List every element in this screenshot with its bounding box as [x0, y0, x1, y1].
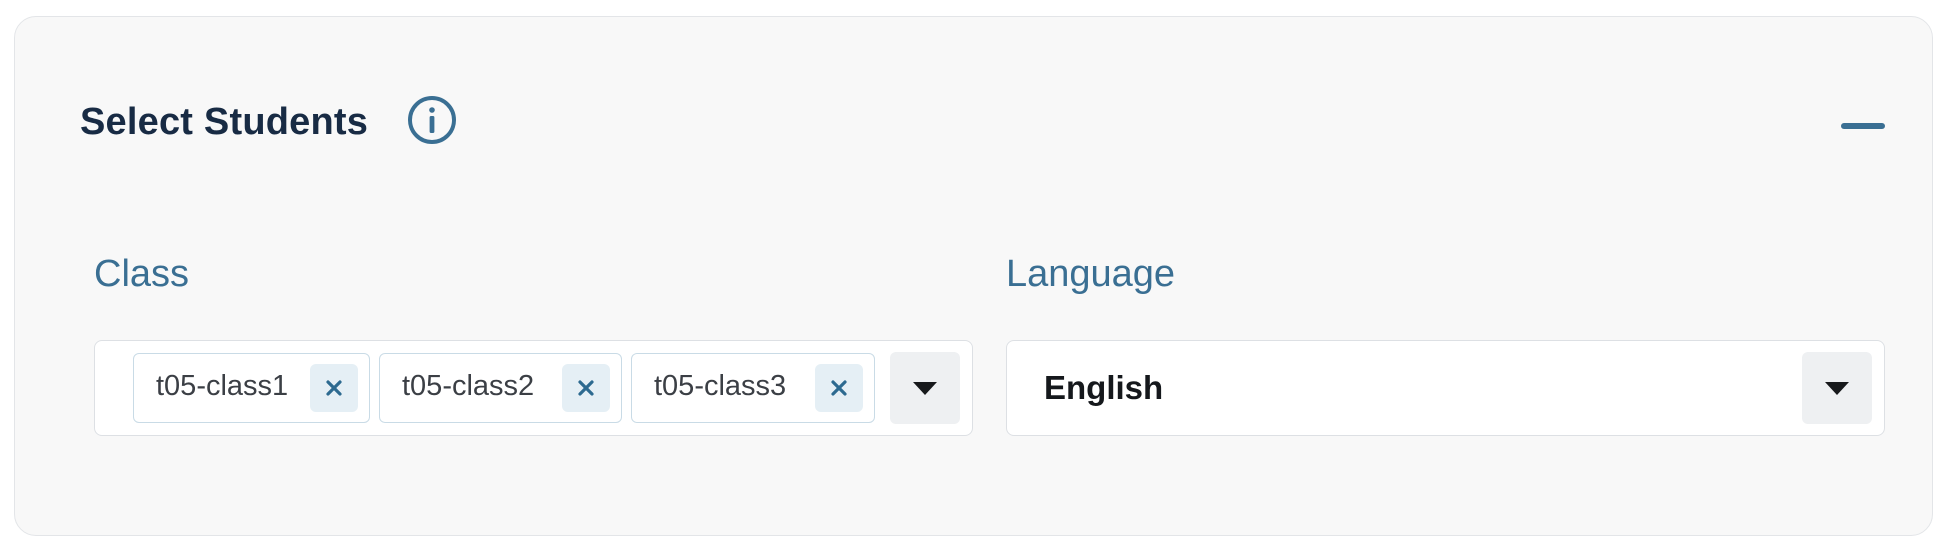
caret-down-icon	[1825, 382, 1849, 395]
remove-chip-button[interactable]	[815, 364, 863, 412]
language-label: Language	[1006, 253, 1176, 295]
class-chip: t05-class1	[133, 353, 370, 423]
collapse-button[interactable]	[1833, 109, 1889, 143]
language-select[interactable]: English	[1006, 340, 1885, 436]
class-chip: t05-class3	[631, 353, 875, 423]
close-icon	[578, 380, 594, 396]
remove-chip-button[interactable]	[310, 364, 358, 412]
language-selected-value: English	[1044, 369, 1164, 406]
caret-down-icon	[913, 382, 937, 395]
language-dropdown-button[interactable]	[1802, 352, 1872, 424]
close-icon	[831, 380, 847, 396]
info-icon[interactable]	[407, 95, 457, 145]
class-multiselect[interactable]: t05-class1 t05-class2 t05-class3	[94, 340, 973, 436]
class-chip-label: t05-class3	[654, 370, 787, 402]
select-students-panel: Select Students Class Language t05-class…	[14, 16, 1933, 536]
class-chip: t05-class2	[379, 353, 622, 423]
class-dropdown-button[interactable]	[890, 352, 960, 424]
class-label: Class	[94, 253, 190, 295]
remove-chip-button[interactable]	[562, 364, 610, 412]
section-title: Select Students	[80, 101, 369, 143]
close-icon	[326, 380, 342, 396]
class-chip-label: t05-class1	[156, 370, 289, 402]
class-chip-label: t05-class2	[402, 370, 535, 402]
minus-icon	[1841, 123, 1885, 129]
